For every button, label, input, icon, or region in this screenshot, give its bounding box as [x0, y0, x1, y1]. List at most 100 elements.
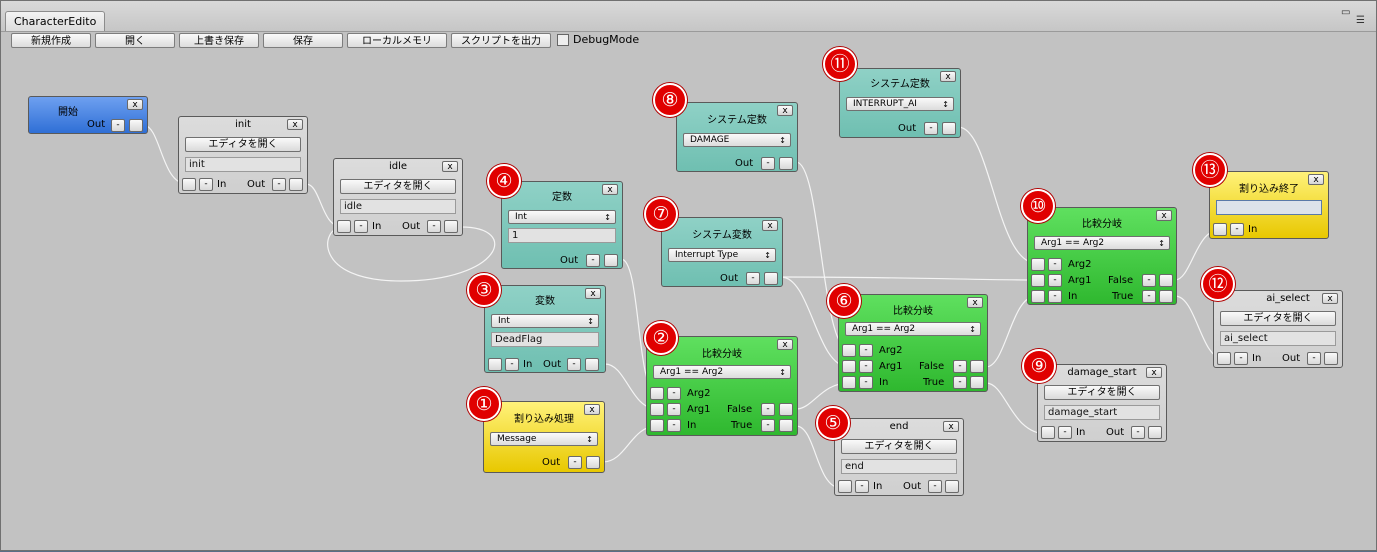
variable-type-dropdown[interactable]: Int: [491, 314, 599, 328]
system-variable-out-port[interactable]: [764, 272, 778, 285]
idle-name-field[interactable]: idle: [340, 199, 456, 214]
constant-out-minus[interactable]: -: [586, 254, 600, 267]
init-close-button[interactable]: x: [287, 119, 303, 130]
start-close-button[interactable]: x: [127, 99, 143, 110]
end-close-button[interactable]: x: [943, 421, 959, 432]
compare-branch-10-false-port[interactable]: [1159, 274, 1173, 287]
compare-branch-2-arg1-minus[interactable]: -: [667, 403, 681, 416]
idle-node[interactable]: idle x エディタを開く idle - In Out -: [333, 158, 463, 236]
compare-branch-6-false-minus[interactable]: -: [953, 360, 967, 373]
ai-select-out-minus[interactable]: -: [1307, 352, 1321, 365]
idle-out-port[interactable]: [444, 220, 458, 233]
compare-branch-6-arg2-minus[interactable]: -: [859, 344, 873, 357]
idle-close-button[interactable]: x: [442, 161, 458, 172]
init-in-minus[interactable]: -: [199, 178, 213, 191]
overwrite-save-button[interactable]: 上書き保存: [179, 33, 259, 48]
compare-branch-2-false-minus[interactable]: -: [761, 403, 775, 416]
idle-in-port[interactable]: [337, 220, 351, 233]
compare-branch-10-op-dropdown[interactable]: Arg1 == Arg2: [1034, 236, 1170, 250]
system-variable-close-button[interactable]: x: [762, 220, 778, 231]
export-script-button[interactable]: スクリプトを出力: [451, 33, 551, 48]
compare-branch-10-true-port[interactable]: [1159, 290, 1173, 303]
interrupt-end-in-port[interactable]: [1213, 223, 1227, 236]
damage-start-name-field[interactable]: damage_start: [1044, 405, 1160, 420]
compare-branch-2-arg2-port[interactable]: [650, 387, 664, 400]
compare-branch-10-true-minus[interactable]: -: [1142, 290, 1156, 303]
compare-branch-2-op-dropdown[interactable]: Arg1 == Arg2: [653, 365, 791, 379]
ai-select-node[interactable]: ai_select x エディタを開く ai_select - In Out -: [1213, 290, 1343, 368]
compare-branch-2-true-minus[interactable]: -: [761, 419, 775, 432]
ai-select-open-editor-button[interactable]: エディタを開く: [1220, 311, 1336, 326]
damage-start-node[interactable]: damage_start x エディタを開く damage_start - In…: [1037, 364, 1167, 442]
end-open-editor-button[interactable]: エディタを開く: [841, 439, 957, 454]
constant-out-port[interactable]: [604, 254, 618, 267]
variable-name-field[interactable]: DeadFlag: [491, 332, 599, 347]
variable-in-port[interactable]: [488, 358, 502, 371]
damage-start-open-editor-button[interactable]: エディタを開く: [1044, 385, 1160, 400]
maximize-icon[interactable]: ▭: [1341, 7, 1350, 18]
compare-branch-2-true-port[interactable]: [779, 419, 793, 432]
compare-branch-10-arg2-port[interactable]: [1031, 258, 1045, 271]
debug-mode-checkbox[interactable]: [557, 33, 569, 46]
compare-branch-10-false-minus[interactable]: -: [1142, 274, 1156, 287]
end-in-minus[interactable]: -: [855, 480, 869, 493]
compare-branch-2-in-minus[interactable]: -: [667, 419, 681, 432]
compare-branch-10-close-button[interactable]: x: [1156, 210, 1172, 221]
interrupt-end-node[interactable]: 割り込み終了 x - In: [1209, 171, 1329, 239]
idle-out-minus[interactable]: -: [427, 220, 441, 233]
compare-branch-6-false-port[interactable]: [970, 360, 984, 373]
end-out-minus[interactable]: -: [928, 480, 942, 493]
compare-branch-10-arg2-minus[interactable]: -: [1048, 258, 1062, 271]
init-node[interactable]: init x エディタを開く init - In Out -: [178, 116, 308, 194]
end-node[interactable]: end x エディタを開く end - In Out -: [834, 418, 964, 496]
init-in-port[interactable]: [182, 178, 196, 191]
init-out-minus[interactable]: -: [272, 178, 286, 191]
start-out-port[interactable]: [129, 119, 143, 132]
system-variable-node[interactable]: システム変数 x Interrupt Type Out -: [661, 217, 783, 287]
interrupt-handler-close-button[interactable]: x: [584, 404, 600, 415]
system-constant-damage-dropdown[interactable]: DAMAGE: [683, 133, 791, 147]
system-constant-damage-out-port[interactable]: [779, 157, 793, 170]
damage-start-out-port[interactable]: [1148, 426, 1162, 439]
compare-branch-10-in-minus[interactable]: -: [1048, 290, 1062, 303]
interrupt-handler-out-port[interactable]: [586, 456, 600, 469]
damage-start-out-minus[interactable]: -: [1131, 426, 1145, 439]
interrupt-end-close-button[interactable]: x: [1308, 174, 1324, 185]
system-variable-out-minus[interactable]: -: [746, 272, 760, 285]
compare-branch-node-6[interactable]: 比較分岐 x Arg1 == Arg2 - Arg2 - Arg1 False …: [838, 294, 988, 392]
system-constant-damage-out-minus[interactable]: -: [761, 157, 775, 170]
variable-out-minus[interactable]: -: [567, 358, 581, 371]
system-constant-interrupt-node[interactable]: システム定数 x INTERRUPT_AI Out -: [839, 68, 961, 138]
constant-value-field[interactable]: 1: [508, 228, 616, 243]
compare-branch-6-arg1-minus[interactable]: -: [859, 360, 873, 373]
damage-start-close-button[interactable]: x: [1146, 367, 1162, 378]
new-button[interactable]: 新規作成: [11, 33, 91, 48]
init-out-port[interactable]: [289, 178, 303, 191]
save-button[interactable]: 保存: [263, 33, 343, 48]
damage-start-in-port[interactable]: [1041, 426, 1055, 439]
menu-icon[interactable]: ☰: [1356, 15, 1365, 26]
debug-mode-toggle[interactable]: DebugMode: [557, 33, 639, 46]
editor-tab[interactable]: CharacterEdito: [5, 11, 106, 31]
idle-open-editor-button[interactable]: エディタを開く: [340, 179, 456, 194]
interrupt-handler-type-dropdown[interactable]: Message: [490, 432, 598, 446]
compare-branch-10-arg1-port[interactable]: [1031, 274, 1045, 287]
compare-branch-2-arg1-port[interactable]: [650, 403, 664, 416]
compare-branch-2-arg2-minus[interactable]: -: [667, 387, 681, 400]
compare-branch-6-arg1-port[interactable]: [842, 360, 856, 373]
constant-node[interactable]: 定数 x Int 1 Out -: [501, 181, 623, 269]
variable-node[interactable]: 変数 x Int DeadFlag - In Out -: [484, 285, 606, 373]
compare-branch-6-in-port[interactable]: [842, 376, 856, 389]
init-open-editor-button[interactable]: エディタを開く: [185, 137, 301, 152]
end-name-field[interactable]: end: [841, 459, 957, 474]
compare-branch-6-true-minus[interactable]: -: [953, 376, 967, 389]
start-node[interactable]: 開始 x Out -: [28, 96, 148, 134]
idle-in-minus[interactable]: -: [354, 220, 368, 233]
system-constant-damage-close-button[interactable]: x: [777, 105, 793, 116]
ai-select-in-minus[interactable]: -: [1234, 352, 1248, 365]
compare-branch-2-false-port[interactable]: [779, 403, 793, 416]
system-constant-interrupt-out-minus[interactable]: -: [924, 122, 938, 135]
init-name-field[interactable]: init: [185, 157, 301, 172]
system-constant-interrupt-out-port[interactable]: [942, 122, 956, 135]
local-memory-button[interactable]: ローカルメモリ: [347, 33, 447, 48]
